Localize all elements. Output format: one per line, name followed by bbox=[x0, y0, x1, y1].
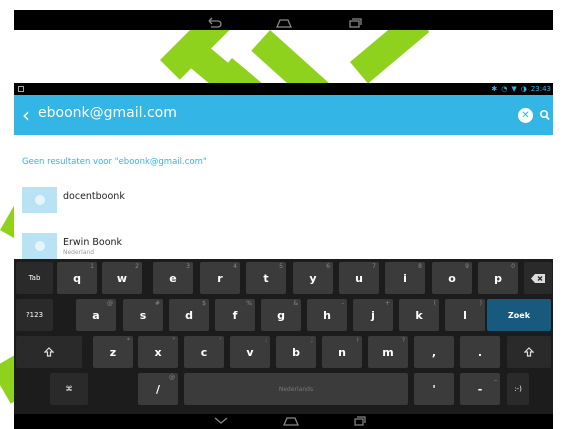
key-h[interactable]: h- bbox=[307, 299, 347, 331]
key-x[interactable]: x " bbox=[138, 336, 178, 368]
key-t[interactable]: t5 bbox=[246, 262, 286, 294]
key-backspace[interactable] bbox=[524, 262, 552, 294]
search-submit-button[interactable]: Zoek bbox=[487, 299, 551, 331]
home-nav-icon[interactable] bbox=[275, 14, 293, 28]
wifi-icon: ▼ bbox=[511, 85, 517, 93]
bottom-navigation-bar bbox=[14, 414, 553, 429]
key-apostrophe[interactable]: ' bbox=[414, 373, 454, 405]
language-switch-key[interactable]: ⌘ bbox=[50, 373, 88, 405]
status-bar: ✱ ◔ ▼ ◑ 23:43 bbox=[14, 83, 553, 95]
key-e[interactable]: e3 bbox=[153, 262, 193, 294]
key-d[interactable]: d $ bbox=[169, 299, 209, 331]
clock: 23:43 bbox=[530, 85, 551, 93]
backspace-icon bbox=[531, 273, 545, 283]
alarm-icon: ◔ bbox=[501, 85, 508, 93]
shift-icon bbox=[44, 347, 54, 357]
contact-list-item[interactable]: docentboonk bbox=[22, 187, 542, 213]
key-o[interactable]: o9 bbox=[432, 262, 472, 294]
contact-name: docentboonk bbox=[63, 191, 125, 202]
contact-avatar bbox=[22, 233, 57, 259]
back-nav-icon[interactable] bbox=[205, 14, 223, 28]
key-period[interactable]: . bbox=[460, 336, 500, 368]
key-slash[interactable]: / @ bbox=[138, 373, 178, 405]
key-j[interactable]: j + bbox=[353, 299, 393, 331]
key-r[interactable]: r4 bbox=[200, 262, 240, 294]
contact-location: Nederland bbox=[63, 249, 95, 256]
key-v[interactable]: v: bbox=[230, 336, 270, 368]
back-chevron-icon[interactable]: ‹ bbox=[22, 105, 36, 125]
key-m[interactable]: m? bbox=[368, 336, 408, 368]
key-q[interactable]: q1 bbox=[57, 262, 97, 294]
screenshot-root: ✱ ◔ ▼ ◑ 23:43 ‹ eboonk@gmail.com ✕ Geen … bbox=[0, 0, 565, 429]
key-shift-right[interactable] bbox=[507, 336, 551, 368]
key-b[interactable]: b; bbox=[276, 336, 316, 368]
key-y[interactable]: y6 bbox=[293, 262, 333, 294]
search-icon[interactable] bbox=[539, 108, 551, 122]
search-input[interactable]: eboonk@gmail.com bbox=[38, 105, 177, 121]
key-k[interactable]: k( bbox=[399, 299, 439, 331]
contact-name: Erwin Boonk bbox=[63, 237, 123, 248]
key-c[interactable]: c ' bbox=[184, 336, 224, 368]
home-nav-icon[interactable] bbox=[282, 416, 300, 426]
key-s[interactable]: s # bbox=[123, 299, 163, 331]
recents-nav-icon[interactable] bbox=[345, 14, 363, 28]
hide-keyboard-icon[interactable] bbox=[214, 417, 228, 425]
no-results-message: Geen resultaten voor "eboonk@gmail.com" bbox=[22, 157, 207, 167]
search-action-bar: ‹ eboonk@gmail.com ✕ bbox=[14, 95, 553, 135]
key-f[interactable]: f% bbox=[215, 299, 255, 331]
bluetooth-icon: ✱ bbox=[491, 85, 498, 93]
status-icons: ✱ ◔ ▼ ◑ 23:43 bbox=[491, 83, 551, 95]
shift-icon bbox=[524, 347, 534, 357]
device-screen: ✱ ◔ ▼ ◑ 23:43 ‹ eboonk@gmail.com ✕ Geen … bbox=[14, 83, 553, 429]
key-w[interactable]: w2 bbox=[102, 262, 142, 294]
recents-nav-icon[interactable] bbox=[350, 416, 368, 426]
contact-list-item[interactable]: Erwin Boonk Nederland bbox=[22, 233, 542, 259]
key-p[interactable]: p0 bbox=[478, 262, 518, 294]
key-u[interactable]: u7 bbox=[339, 262, 379, 294]
soft-keyboard: Tab q1 w2 e3 r4 t5 y6 u7 i8 o9 p0 ?123 a… bbox=[14, 259, 553, 414]
clear-search-button[interactable]: ✕ bbox=[518, 108, 533, 123]
key-symbols[interactable]: ?123 bbox=[16, 299, 53, 331]
key-n[interactable]: n! bbox=[322, 336, 362, 368]
key-l[interactable]: l) bbox=[445, 299, 485, 331]
key-z[interactable]: z * bbox=[93, 336, 133, 368]
battery-icon: ◑ bbox=[520, 85, 527, 93]
key-dash[interactable]: - _ bbox=[460, 373, 500, 405]
key-g[interactable]: g & bbox=[261, 299, 301, 331]
key-comma[interactable]: , bbox=[414, 336, 454, 368]
key-shift-left[interactable] bbox=[16, 336, 82, 368]
key-a[interactable]: a @ bbox=[76, 299, 116, 331]
contact-avatar bbox=[22, 187, 57, 213]
key-tab[interactable]: Tab bbox=[16, 262, 53, 294]
emoji-key[interactable]: :-) bbox=[507, 373, 529, 405]
key-i[interactable]: i8 bbox=[385, 262, 425, 294]
space-bar[interactable]: Nederlands bbox=[184, 373, 408, 405]
notification-icon bbox=[18, 86, 24, 92]
top-navigation-bar bbox=[14, 10, 553, 30]
